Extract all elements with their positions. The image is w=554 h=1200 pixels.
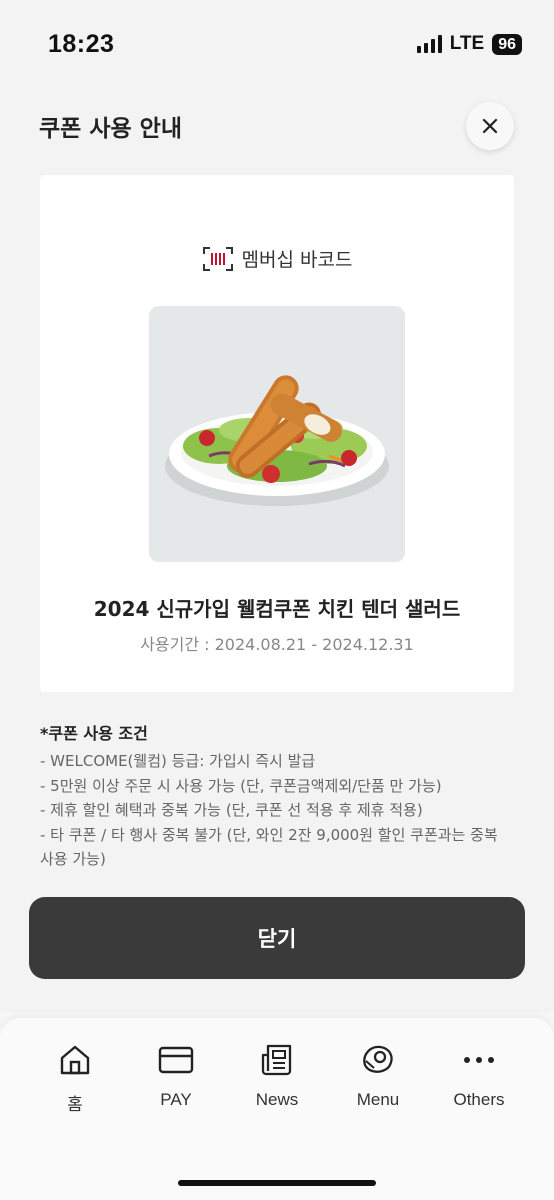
close-icon — [482, 118, 498, 134]
nav-label-pay: PAY — [160, 1090, 192, 1109]
status-indicators: LTE 96 — [416, 33, 522, 55]
nav-item-menu[interactable]: Menu — [333, 1042, 423, 1115]
battery-level: 96 — [492, 33, 522, 55]
network-type: LTE — [449, 33, 485, 54]
condition-item: - 5만원 이상 주문 시 사용 가능 (단, 쿠폰금액제외/단품 만 가능) — [40, 776, 442, 795]
barcode-icon — [202, 246, 233, 271]
bottom-nav: 홈 PAY News Menu Others — [0, 1018, 554, 1200]
nav-label-others: Others — [453, 1090, 505, 1109]
conditions-title: *쿠폰 사용 조건 — [40, 724, 148, 743]
nav-item-pay[interactable]: PAY — [131, 1042, 221, 1115]
nav-label-menu: Menu — [356, 1090, 400, 1109]
nav-item-news[interactable]: News — [232, 1042, 322, 1115]
nav-label-news: News — [255, 1090, 299, 1109]
status-time: 18:23 — [48, 30, 115, 58]
condition-item: - 제휴 할인 혜택과 중복 가능 (단, 쿠폰 선 적용 후 제휴 적용) — [40, 801, 423, 819]
barcode-label: 멤버십 바코드 — [241, 249, 353, 271]
steak-icon — [360, 1042, 396, 1078]
coupon-guide-sheet: 쿠폰 사용 안내 멤버십 바코드 2024 신규가입 웰컴쿠폰 치킨 텐더 샐러… — [0, 72, 554, 1012]
conditions-list: - WELCOME(웰컴) 등급: 가입시 즉시 발급 - 5만원 이상 주문 … — [40, 749, 510, 872]
card-icon — [158, 1042, 194, 1078]
nav-item-others[interactable]: Others — [434, 1042, 524, 1115]
home-indicator — [178, 1180, 376, 1186]
more-icon — [461, 1042, 497, 1078]
nav-label-home: 홈 — [67, 1095, 83, 1114]
coupon-product-image — [149, 306, 405, 562]
close-sheet-button[interactable]: 닫기 — [29, 897, 525, 979]
nav-item-home[interactable]: 홈 — [30, 1042, 120, 1115]
close-button[interactable] — [466, 102, 514, 150]
signal-icon — [416, 35, 442, 53]
condition-item: - 타 쿠폰 / 타 행사 중복 불가 (단, 와인 2잔 9,000원 할인 … — [40, 825, 498, 869]
membership-barcode-button[interactable]: 멤버십 바코드 — [40, 245, 514, 272]
sheet-title: 쿠폰 사용 안내 — [39, 116, 182, 142]
news-icon — [259, 1042, 295, 1078]
coupon-name: 2024 신규가입 웰컴쿠폰 치킨 텐더 샐러드 — [93, 597, 461, 621]
coupon-card: 멤버십 바코드 2024 신규가입 웰컴쿠폰 치킨 텐더 샐러드 사용기간: … — [40, 175, 514, 692]
status-bar: 18:23 LTE 96 — [0, 0, 554, 72]
home-icon — [57, 1042, 93, 1078]
condition-item: - WELCOME(웰컴) 등급: 가입시 즉시 발급 — [40, 752, 316, 770]
coupon-period: 사용기간 : 2024.08.21 - 2024.12.31 — [140, 635, 414, 654]
